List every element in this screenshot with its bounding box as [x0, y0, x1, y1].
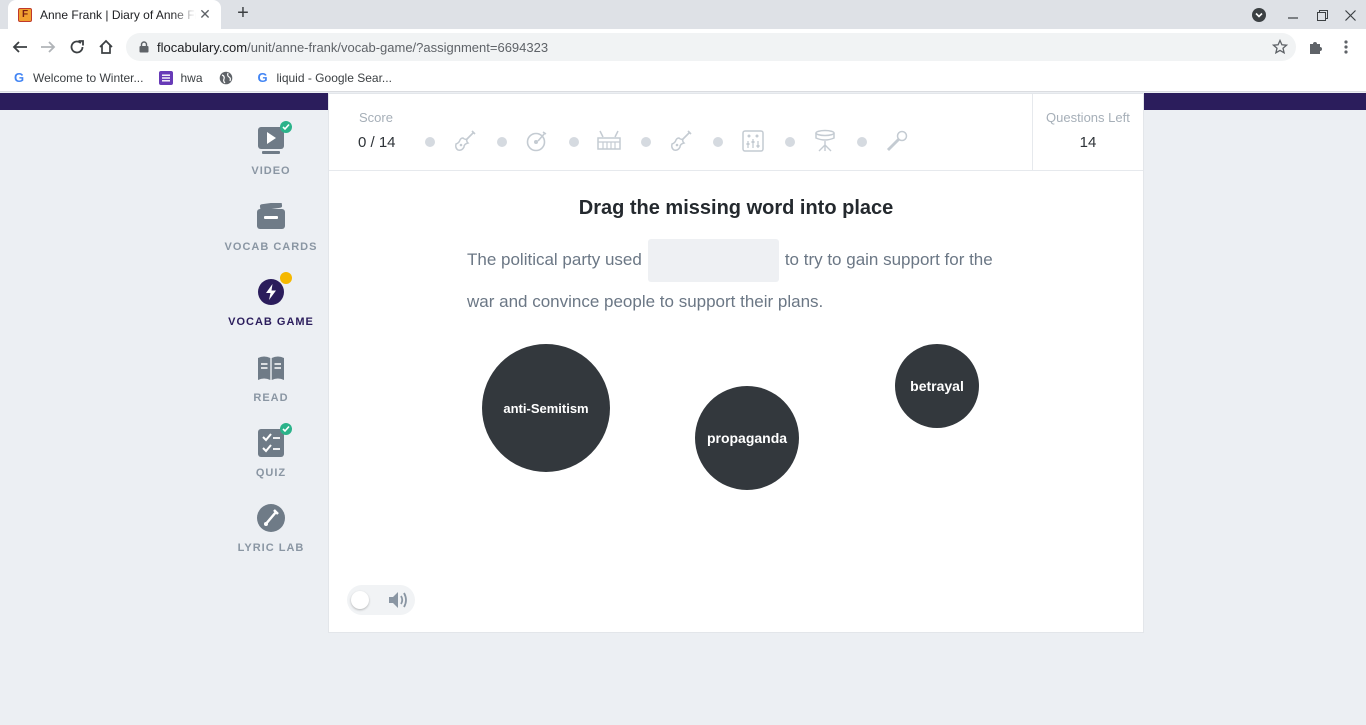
book-icon: [256, 353, 286, 383]
sidebar-item-read[interactable]: READ: [214, 353, 328, 413]
tab-close-icon[interactable]: ✕: [197, 6, 213, 23]
globe-icon: [219, 71, 233, 85]
mixer-icon: [740, 128, 766, 154]
browser-tab[interactable]: F Anne Frank | Diary of Anne Frank ✕: [8, 0, 221, 29]
sentence-before: The political party used: [467, 249, 642, 269]
word-choice-anti-semitism[interactable]: anti-Semitism: [482, 344, 610, 472]
bookmark-globe[interactable]: [219, 71, 240, 85]
flocabulary-favicon-icon: F: [18, 7, 32, 22]
questions-left-value: 14: [1079, 134, 1097, 151]
list-icon: [159, 70, 174, 85]
bookmarks-bar: G Welcome to Winter... hwa G liquid - Go…: [0, 64, 1366, 92]
restore-icon[interactable]: [1314, 6, 1330, 24]
lightning-icon: [256, 272, 292, 307]
bookmark-hwa[interactable]: hwa: [159, 70, 203, 85]
question-sentence: The political party used to try to gain s…: [467, 239, 1012, 321]
sound-toggle[interactable]: [347, 585, 415, 615]
drum-icon: [812, 128, 838, 154]
progress-dot: [785, 137, 795, 147]
progress-dot: [497, 137, 507, 147]
in-progress-dot-icon: [280, 272, 292, 284]
score-label: Score: [359, 110, 393, 125]
score-bar: Score 0 / 14 Questions Left 14: [329, 94, 1143, 171]
progress-dot: [641, 137, 651, 147]
microphone-icon: [884, 128, 910, 154]
complete-check-icon: [280, 423, 292, 435]
keyboard-icon: [596, 128, 622, 154]
game-instruction: Drag the missing word into place: [578, 197, 894, 219]
bookmark-liquid[interactable]: G liquid - Google Sear...: [256, 70, 391, 85]
google-icon: G: [257, 70, 268, 85]
url-text[interactable]: flocabulary.com/unit/anne-frank/vocab-ga…: [157, 40, 548, 55]
forward-icon[interactable]: [38, 37, 58, 57]
profile-menu-icon[interactable]: [1251, 6, 1267, 24]
video-icon: [256, 121, 292, 156]
word-choice-betrayal[interactable]: betrayal: [895, 344, 979, 428]
complete-check-icon: [280, 121, 292, 133]
extensions-puzzle-icon[interactable]: [1306, 37, 1326, 57]
progress-dot: [425, 137, 435, 147]
progress-dot: [713, 137, 723, 147]
google-icon: G: [13, 70, 25, 85]
word-choice-propaganda[interactable]: propaganda: [695, 386, 799, 490]
sidebar-item-video[interactable]: VIDEO: [214, 121, 328, 186]
bookmark-star-icon[interactable]: [1271, 38, 1289, 60]
new-tab-icon[interactable]: +: [233, 3, 253, 24]
lyric-lab-icon: [256, 503, 286, 533]
quiz-icon: [256, 423, 292, 458]
address-bar[interactable]: flocabulary.com/unit/anne-frank/vocab-ga…: [126, 33, 1296, 61]
sidebar-item-vocab-cards[interactable]: VOCAB CARDS: [214, 202, 328, 262]
sidebar-item-lyric-lab[interactable]: LYRIC LAB: [214, 503, 328, 563]
tab-title: Anne Frank | Diary of Anne Frank: [40, 7, 196, 22]
reload-icon[interactable]: [67, 37, 87, 57]
vocab-cards-icon: [256, 202, 286, 232]
home-icon[interactable]: [96, 37, 116, 57]
record-icon: [524, 128, 550, 154]
progress-dot: [569, 137, 579, 147]
lock-icon[interactable]: [138, 40, 150, 54]
close-window-icon[interactable]: [1342, 6, 1358, 24]
guitar-icon: [452, 128, 478, 154]
bookmark-welcome[interactable]: G Welcome to Winter...: [12, 70, 144, 85]
browser-toolbar: flocabulary.com/unit/anne-frank/vocab-ga…: [0, 29, 1366, 64]
browser-tab-strip: F Anne Frank | Diary of Anne Frank ✕ +: [0, 0, 1366, 29]
progress-dot: [857, 137, 867, 147]
back-icon[interactable]: [10, 37, 30, 57]
score-divider: [1032, 94, 1033, 171]
score-value: 0 / 14: [358, 134, 396, 151]
minimize-icon[interactable]: [1285, 6, 1301, 24]
vocab-game-card: Score 0 / 14 Questions Left 14 Drag the …: [328, 93, 1144, 633]
questions-left-label: Questions Left: [1046, 110, 1130, 125]
sidebar-item-quiz[interactable]: QUIZ: [214, 423, 328, 488]
speaker-icon: [387, 590, 409, 610]
answer-drop-zone[interactable]: [647, 239, 779, 282]
sidebar-item-vocab-game[interactable]: VOCAB GAME: [214, 272, 328, 337]
guitar-icon: [668, 128, 694, 154]
browser-menu-icon[interactable]: [1336, 37, 1356, 57]
toggle-knob[interactable]: [351, 591, 369, 609]
